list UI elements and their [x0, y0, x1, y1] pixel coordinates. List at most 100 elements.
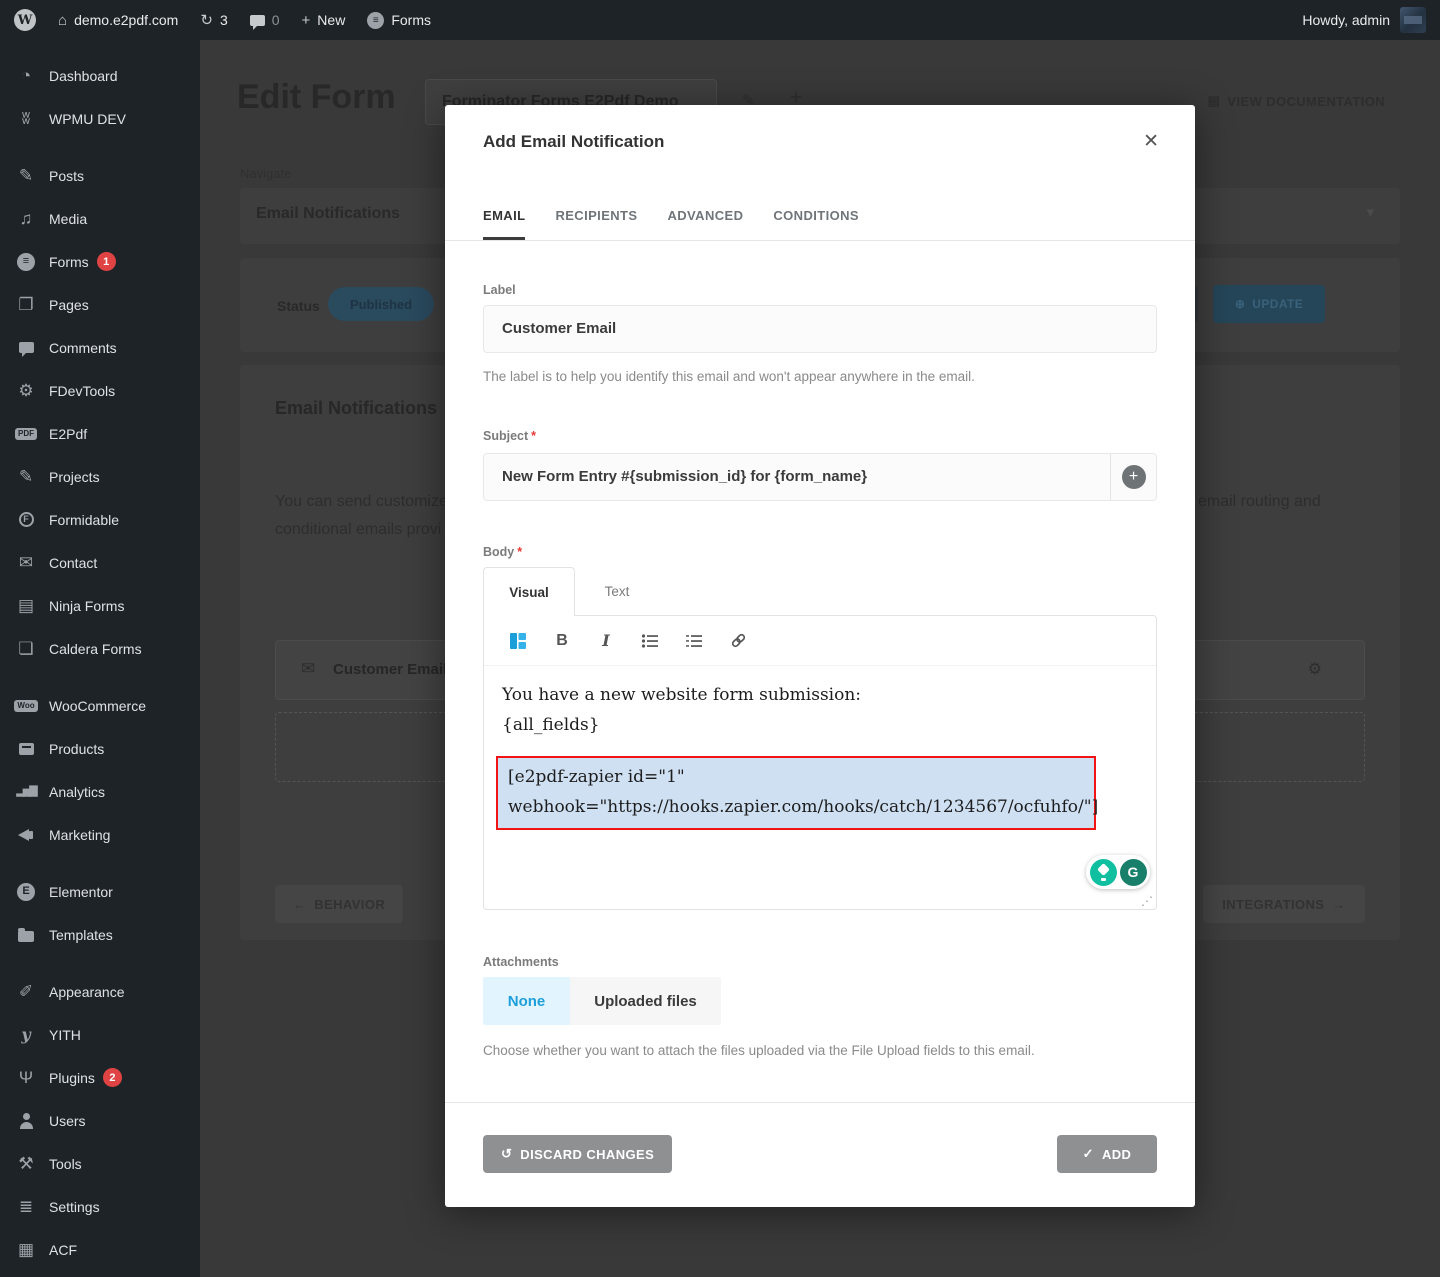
- comments-count: 0: [271, 12, 280, 28]
- sidebar-item-posts[interactable]: ✎ Posts: [0, 154, 200, 197]
- tab-divider: [445, 240, 1195, 241]
- attachments-option-uploaded-files[interactable]: Uploaded files: [570, 977, 721, 1025]
- sidebar-item-users[interactable]: Users: [0, 1099, 200, 1142]
- ninja-forms-icon: ▤: [17, 596, 35, 615]
- e2pdf-icon: PDF: [15, 427, 37, 440]
- comments-icon: [18, 342, 34, 357]
- grammarly-suggestion-icon[interactable]: [1089, 858, 1117, 886]
- numbered-list-icon[interactable]: [684, 631, 704, 651]
- shortcode-line: [e2pdf-zapier id="1": [508, 767, 685, 787]
- subject-input[interactable]: New Form Entry #{submission_id} for {for…: [484, 454, 1110, 500]
- insert-field-button[interactable]: +: [1110, 454, 1156, 500]
- resize-handle-icon[interactable]: ⋰: [1141, 894, 1153, 908]
- tab-visual[interactable]: Visual: [483, 567, 575, 616]
- sidebar-item-wpmu-dev[interactable]: ʬ WPMU DEV: [0, 97, 200, 140]
- add-button[interactable]: ✓ ADD: [1057, 1135, 1157, 1173]
- forminator-insert-icon[interactable]: [508, 631, 528, 651]
- user-avatar[interactable]: [1400, 7, 1426, 33]
- site-name: demo.e2pdf.com: [74, 12, 179, 28]
- contact-icon: ✉: [18, 553, 34, 572]
- sidebar-item-settings[interactable]: ≣ Settings: [0, 1185, 200, 1228]
- pages-icon: ❐: [18, 295, 34, 314]
- globe-icon: ⊕: [1234, 297, 1246, 311]
- sidebar-item-label: WooCommerce: [49, 697, 146, 714]
- yith-icon: y: [21, 1024, 31, 1044]
- dashboard-icon: ◔: [20, 66, 32, 85]
- selected-shortcode-block[interactable]: [e2pdf-zapier id="1" webhook="https://ho…: [496, 756, 1098, 830]
- page-title: Edit Form: [237, 78, 396, 116]
- sidebar-item-templates[interactable]: Templates: [0, 913, 200, 956]
- woocommerce-icon: Woo: [14, 699, 38, 712]
- sidebar-item-appearance[interactable]: ✐ Appearance: [0, 970, 200, 1013]
- navigate-label: Navigate: [240, 166, 292, 181]
- sidebar-item-label: Formidable: [49, 511, 120, 528]
- sidebar-item-products[interactable]: Products: [0, 727, 200, 770]
- updates-count: 3: [219, 12, 228, 28]
- sidebar-item-fdevtools[interactable]: ⚙ FDevTools: [0, 369, 200, 412]
- forminator-insert-icon-svg: [510, 632, 526, 649]
- sidebar-item-pages[interactable]: ❐ Pages: [0, 283, 200, 326]
- attachments-option-none[interactable]: None: [483, 977, 570, 1025]
- sidebar-item-tools[interactable]: ⚒ Tools: [0, 1142, 200, 1185]
- italic-icon[interactable]: I: [596, 631, 616, 651]
- wp-logo-menu[interactable]: W: [14, 9, 36, 31]
- modal-title: Add Email Notification: [483, 132, 665, 151]
- label-help-text: The label is to help you identify this e…: [483, 369, 975, 384]
- sidebar-item-analytics[interactable]: ▂▅▇ Analytics: [0, 770, 200, 813]
- sidebar-item-plugins[interactable]: Ψ Plugins 2: [0, 1056, 200, 1099]
- subject-field-label: Subject *: [483, 429, 537, 443]
- wpmu-dev-icon: ʬ: [21, 109, 31, 128]
- grammarly-widget[interactable]: G: [1086, 855, 1150, 889]
- update-button[interactable]: ⊕ UPDATE: [1213, 285, 1325, 323]
- chevron-down-icon: ▾: [1366, 204, 1374, 221]
- status-badge[interactable]: Published: [328, 287, 434, 321]
- sidebar-item-forms[interactable]: ≡ Forms 1: [0, 240, 200, 283]
- sidebar-item-contact[interactable]: ✉ Contact: [0, 541, 200, 584]
- tab-text[interactable]: Text: [575, 567, 659, 616]
- site-name-menu[interactable]: ⌂ demo.e2pdf.com: [58, 12, 178, 28]
- tab-recipients[interactable]: RECIPIENTS: [555, 190, 637, 240]
- sidebar-item-e2pdf[interactable]: PDF E2Pdf: [0, 412, 200, 455]
- media-icon: ♫: [19, 209, 33, 228]
- sidebar-item-dashboard[interactable]: ◔ Dashboard: [0, 54, 200, 97]
- integrations-button[interactable]: INTEGRATIONS →: [1203, 885, 1365, 923]
- tab-email[interactable]: EMAIL: [483, 190, 526, 240]
- sidebar-item-comments[interactable]: Comments: [0, 326, 200, 369]
- editor-mode-tabs: Visual Text: [483, 567, 659, 616]
- body-field-label: Body *: [483, 545, 523, 559]
- sidebar-item-label: Appearance: [49, 983, 125, 1000]
- howdy-admin[interactable]: Howdy, admin: [1302, 12, 1390, 28]
- bullet-list-icon[interactable]: [640, 631, 660, 651]
- sidebar-item-woocommerce[interactable]: Woo WooCommerce: [0, 684, 200, 727]
- new-label: New: [317, 12, 346, 28]
- view-documentation-link[interactable]: ▤ VIEW DOCUMENTATION: [1208, 93, 1385, 109]
- sidebar-item-formidable[interactable]: F Formidable: [0, 498, 200, 541]
- bold-icon[interactable]: B: [552, 631, 572, 651]
- sidebar-item-projects[interactable]: ✎ Projects: [0, 455, 200, 498]
- behavior-button[interactable]: ← BEHAVIOR: [275, 885, 403, 923]
- sidebar-item-ninja-forms[interactable]: ▤ Ninja Forms: [0, 584, 200, 627]
- sidebar-item-yith[interactable]: y YITH: [0, 1013, 200, 1056]
- tab-conditions[interactable]: CONDITIONS: [773, 190, 859, 240]
- sidebar-item-marketing[interactable]: Marketing: [0, 813, 200, 856]
- editor-content[interactable]: You have a new website form submission: …: [484, 666, 1156, 844]
- comments-menu[interactable]: 0: [249, 12, 280, 30]
- marketing-icon: [18, 828, 34, 842]
- forminator-icon: ≡: [367, 11, 385, 29]
- sidebar-item-acf[interactable]: ▦ ACF: [0, 1228, 200, 1271]
- gear-icon[interactable]: ⚙: [1308, 659, 1322, 679]
- updates-menu[interactable]: ↻ 3: [200, 12, 227, 28]
- close-icon[interactable]: ✕: [1143, 130, 1159, 153]
- grammarly-logo-icon[interactable]: G: [1119, 858, 1147, 886]
- label-input[interactable]: Customer Email: [483, 305, 1157, 353]
- forms-menu[interactable]: ≡ Forms: [367, 11, 431, 29]
- fdevtools-icon: ⚙: [18, 381, 34, 400]
- sidebar-item-caldera-forms[interactable]: ❏ Caldera Forms: [0, 627, 200, 670]
- sidebar-item-media[interactable]: ♫ Media: [0, 197, 200, 240]
- new-content-menu[interactable]: + New: [302, 12, 346, 28]
- discard-changes-button[interactable]: ↺ DISCARD CHANGES: [483, 1135, 673, 1173]
- sidebar-item-elementor[interactable]: E Elementor: [0, 870, 200, 913]
- tab-advanced[interactable]: ADVANCED: [667, 190, 743, 240]
- link-icon[interactable]: [728, 631, 748, 651]
- home-icon: ⌂: [58, 11, 68, 29]
